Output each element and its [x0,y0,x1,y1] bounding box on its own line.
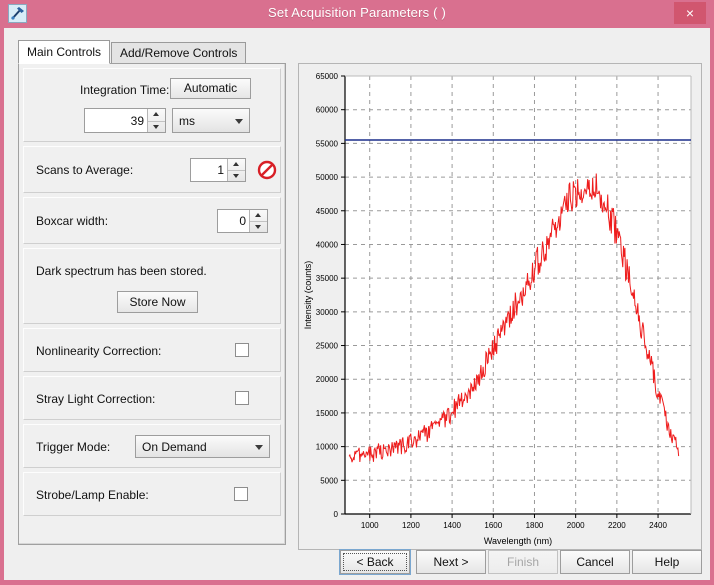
integration-time-unit-select[interactable]: ms [172,108,250,133]
stray-light-correction-checkbox[interactable] [235,391,249,405]
dark-spectrum-row: Dark spectrum has been stored. Store Now [23,248,281,324]
integration-time-spin-down-icon[interactable] [148,121,165,133]
integration-time-value[interactable]: 39 [85,109,148,132]
integration-time-stepper[interactable]: 39 [84,108,166,133]
svg-text:30000: 30000 [316,308,339,317]
integration-time-unit-value: ms [179,113,195,128]
scans-to-average-spin-buttons [227,159,245,181]
trigger-mode-value: On Demand [142,439,207,454]
svg-text:10000: 10000 [316,443,339,452]
svg-text:15000: 15000 [316,409,339,418]
svg-text:45000: 45000 [316,207,339,216]
title-bar: Set Acquisition Parameters ( ) × [0,0,714,28]
svg-text:1800: 1800 [526,521,544,530]
integration-time-label: Integration Time: [80,83,170,97]
cancel-button[interactable]: Cancel [560,550,630,574]
back-button[interactable]: < Back [340,550,410,574]
svg-text:50000: 50000 [316,173,339,182]
finish-button: Finish [488,550,558,574]
chevron-down-icon [235,118,243,124]
scans-to-average-stepper[interactable]: 1 [190,158,246,182]
svg-text:1400: 1400 [443,521,461,530]
automatic-button[interactable]: Automatic [170,78,251,99]
chevron-down-icon [255,444,263,450]
dialog-window: Set Acquisition Parameters ( ) × Main Co… [0,0,714,585]
svg-text:40000: 40000 [316,240,339,249]
next-button[interactable]: Next > [416,550,486,574]
svg-text:1600: 1600 [484,521,502,530]
svg-text:60000: 60000 [316,106,339,115]
scans-to-average-label: Scans to Average: [36,163,134,177]
svg-text:20000: 20000 [316,375,339,384]
nonlinearity-correction-row: Nonlinearity Correction: [23,328,281,372]
help-button[interactable]: Help [632,550,702,574]
no-entry-icon[interactable] [257,160,277,180]
stray-light-correction-row: Stray Light Correction: [23,376,281,420]
window-title: Set Acquisition Parameters ( ) [268,5,446,20]
dialog-footer: < Back Next > Finish Cancel Help [4,550,710,580]
svg-text:Intensity (counts): Intensity (counts) [303,261,313,330]
svg-text:2400: 2400 [649,521,667,530]
integration-time-row: Integration Time: Automatic 39 ms [23,68,281,142]
svg-text:1000: 1000 [361,521,379,530]
stray-light-correction-label: Stray Light Correction: [36,392,156,406]
boxcar-width-stepper[interactable]: 0 [217,209,268,233]
svg-text:35000: 35000 [316,274,339,283]
close-button[interactable]: × [674,2,706,24]
boxcar-width-row: Boxcar width: 0 [23,197,281,244]
svg-text:0: 0 [334,510,339,519]
boxcar-width-spin-buttons [249,210,267,232]
main-controls-panel: Integration Time: Automatic 39 ms Scans … [18,63,286,545]
boxcar-width-spin-down-icon[interactable] [250,221,267,232]
svg-text:2200: 2200 [608,521,626,530]
trigger-mode-row: Trigger Mode: On Demand [23,424,281,468]
tab-add-remove-controls[interactable]: Add/Remove Controls [111,42,247,64]
back-button-label: < Back [356,555,394,569]
nonlinearity-correction-label: Nonlinearity Correction: [36,344,162,358]
svg-text:2000: 2000 [567,521,585,530]
scans-to-average-row: Scans to Average: 1 [23,146,281,193]
strobe-lamp-enable-row: Strobe/Lamp Enable: [23,472,281,516]
tab-strip: Main Controls Add/Remove Controls [18,40,286,64]
store-now-button[interactable]: Store Now [117,291,198,313]
svg-text:65000: 65000 [316,72,339,81]
spectrum-plot: 0 5000 10000 15000 20000 25000 30000 35000 40000… [299,64,701,549]
dark-spectrum-status: Dark spectrum has been stored. [36,264,207,278]
scans-to-average-spin-down-icon[interactable] [228,170,245,181]
boxcar-width-label: Boxcar width: [36,214,109,228]
svg-text:Wavelength (nm): Wavelength (nm) [484,536,552,546]
svg-text:25000: 25000 [316,342,339,351]
svg-text:1200: 1200 [402,521,420,530]
svg-text:55000: 55000 [316,139,339,148]
trigger-mode-select[interactable]: On Demand [135,435,270,458]
scans-to-average-value[interactable]: 1 [191,159,228,181]
tab-main-controls[interactable]: Main Controls [18,40,111,64]
strobe-lamp-enable-label: Strobe/Lamp Enable: [36,488,149,502]
boxcar-width-value[interactable]: 0 [218,210,250,232]
nonlinearity-correction-checkbox[interactable] [235,343,249,357]
trigger-mode-label: Trigger Mode: [36,440,111,454]
dialog-client: Main Controls Add/Remove Controls Integr… [4,28,710,580]
integration-time-spin-buttons [147,109,165,132]
svg-text:5000: 5000 [320,476,338,485]
strobe-lamp-enable-checkbox[interactable] [234,487,248,501]
spectrum-chart[interactable]: 0 5000 10000 15000 20000 25000 30000 35000 40000… [298,63,702,550]
